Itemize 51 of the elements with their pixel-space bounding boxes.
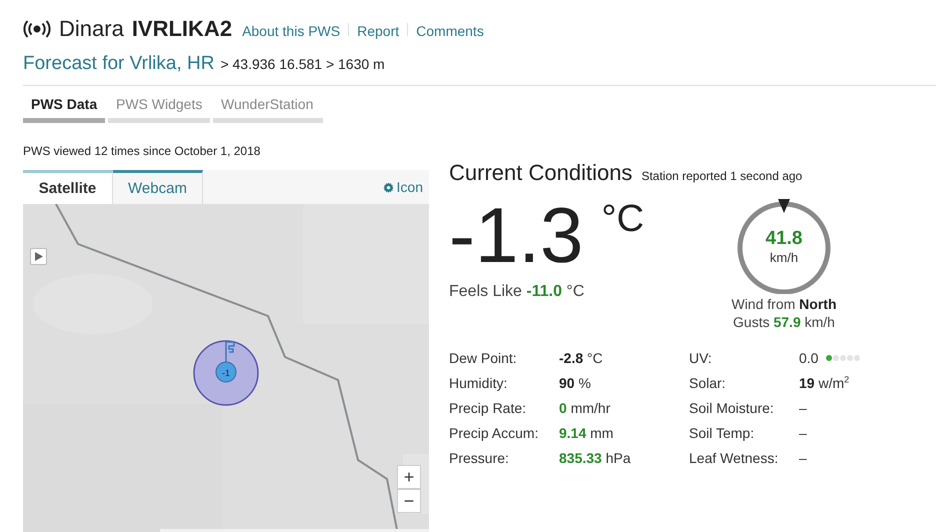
reading-label: Solar:	[689, 375, 727, 391]
gusts-text: Gusts 57.9 km/h	[733, 314, 835, 330]
reading-label: Dew Point:	[449, 350, 518, 366]
reading-value: –	[799, 450, 807, 466]
coordinates: > 43.936 16.581 > 1630 m	[220, 56, 385, 72]
feels-like-text: Feels Like -11.0 °C	[449, 283, 586, 301]
play-icon	[34, 252, 42, 261]
broadcast-icon	[23, 20, 51, 38]
view-count: PWS viewed 12 times since October 1, 2018	[23, 144, 262, 158]
map-tab[interactable]: Satellite	[23, 170, 113, 204]
reading-label: Precip Rate:	[449, 400, 528, 416]
temperature-value: -1.3	[449, 194, 584, 276]
icon-settings-button[interactable]: Icon	[376, 170, 429, 204]
station-name: Dinara	[59, 16, 124, 42]
reading-label: UV:	[689, 350, 713, 366]
temperature-unit: °C	[601, 197, 644, 242]
zoom-out-button[interactable]: −	[397, 489, 421, 513]
station-marker-icon	[193, 340, 259, 406]
report-time: Station reported 1 second ago	[641, 169, 802, 183]
header-link[interactable]: Comments	[416, 23, 484, 39]
reading-value: –	[799, 425, 807, 441]
reading-value: –	[799, 400, 807, 416]
reading-value: 9.14 mm	[559, 425, 614, 441]
gear-icon	[382, 182, 394, 192]
reading-value: 835.33 hPa	[559, 450, 631, 466]
reading-value: -2.8 °C	[559, 350, 603, 366]
reading-value: 0.0	[799, 350, 818, 366]
wind-direction-text: Wind from North	[731, 296, 836, 312]
station-id: IVRLIKA2	[132, 16, 232, 42]
reading-value: 0 mm/hr	[559, 400, 610, 416]
zoom-in-button[interactable]: +	[397, 465, 421, 489]
tab[interactable]: PWS Data	[23, 95, 105, 123]
section-title: Current Conditions	[449, 160, 632, 186]
wind-unit: km/h	[770, 250, 798, 264]
reading-value: 90 %	[559, 375, 591, 391]
reading-label: Humidity:	[449, 375, 508, 391]
reading-label: Precip Accum:	[449, 425, 540, 441]
header-link[interactable]: About this PWS	[242, 23, 340, 39]
play-button[interactable]	[30, 248, 47, 265]
reading-value: 19 w/m$^{2}$	[799, 375, 850, 391]
tab[interactable]: WunderStation	[213, 95, 323, 123]
reading-label: Soil Temp:	[689, 425, 756, 441]
reading-label: Soil Moisture:	[689, 400, 775, 416]
tab[interactable]: PWS Widgets	[108, 95, 210, 123]
forecast-link[interactable]: Forecast for Vrlika, HR	[23, 53, 214, 75]
marker-label: -1	[220, 368, 231, 378]
wind-speed: 41.8	[766, 228, 802, 250]
header-link[interactable]: Report	[357, 23, 400, 39]
reading-label: Pressure:	[449, 450, 510, 466]
reading-label: Leaf Wetness:	[689, 450, 780, 466]
map-tab[interactable]: Webcam	[113, 170, 203, 204]
